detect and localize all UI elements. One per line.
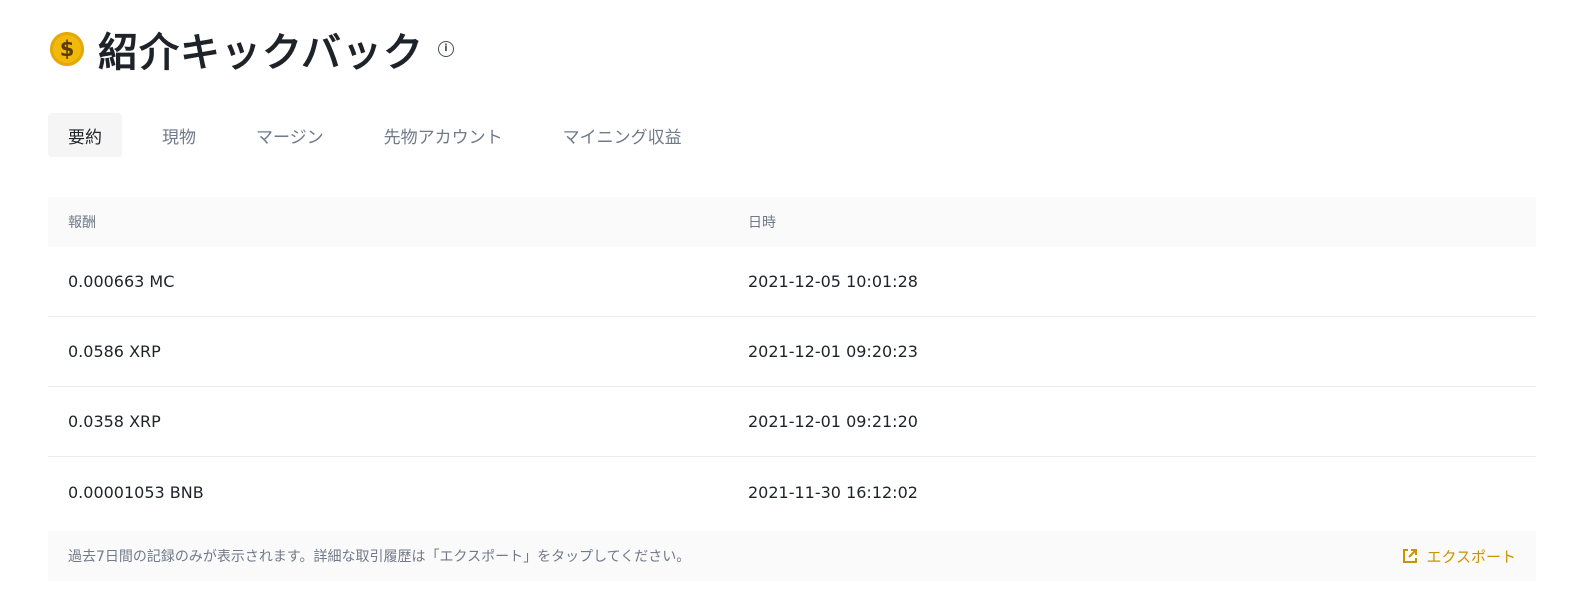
tab-mining-earnings[interactable]: マイニング収益 [563, 113, 682, 157]
external-link-icon [1403, 549, 1418, 563]
info-icon[interactable]: i [438, 41, 454, 57]
tab-futures-account[interactable]: 先物アカウント [384, 113, 503, 157]
table-footer: 過去7日間の記録のみが表示されます。詳細な取引履歴は「エクスポート」をタップして… [48, 531, 1536, 581]
tab-margin[interactable]: マージン [256, 113, 324, 157]
tab-bar: 要約 現物 マージン 先物アカウント マイニング収益 [48, 113, 682, 157]
export-label: エクスポート [1426, 547, 1516, 566]
reward-cell: 0.000663 MC [68, 272, 175, 291]
table-row: 0.000663 MC 2021-12-05 10:01:28 [48, 247, 1536, 317]
column-header-datetime: 日時 [748, 215, 776, 231]
page-title: 紹介キックバック [98, 30, 424, 76]
table-row: 0.00001053 BNB 2021-11-30 16:12:02 [48, 457, 1536, 527]
table-row: 0.0586 XRP 2021-12-01 09:20:23 [48, 317, 1536, 387]
tab-summary[interactable]: 要約 [48, 113, 122, 157]
history-note: 過去7日間の記録のみが表示されます。詳細な取引履歴は「エクスポート」をタップして… [68, 549, 691, 565]
reward-cell: 0.0586 XRP [68, 342, 161, 361]
datetime-cell: 2021-11-30 16:12:02 [748, 482, 918, 502]
table-header: 報酬 日時 [48, 197, 1536, 247]
datetime-cell: 2021-12-01 09:20:23 [748, 342, 918, 361]
table-row: 0.0358 XRP 2021-12-01 09:21:20 [48, 387, 1536, 457]
page-header: $ 紹介キックバック i [50, 24, 454, 76]
export-button[interactable]: エクスポート [1402, 546, 1516, 567]
dollar-coin-icon: $ [50, 32, 84, 66]
rewards-table: 報酬 日時 0.000663 MC 2021-12-05 10:01:28 0.… [48, 197, 1536, 527]
reward-cell: 0.0358 XRP [68, 412, 161, 431]
datetime-cell: 2021-12-05 10:01:28 [748, 272, 918, 291]
datetime-cell: 2021-12-01 09:21:20 [748, 412, 918, 431]
reward-cell: 0.00001053 BNB [68, 482, 204, 502]
tab-spot[interactable]: 現物 [162, 113, 196, 157]
column-header-reward: 報酬 [68, 215, 96, 231]
